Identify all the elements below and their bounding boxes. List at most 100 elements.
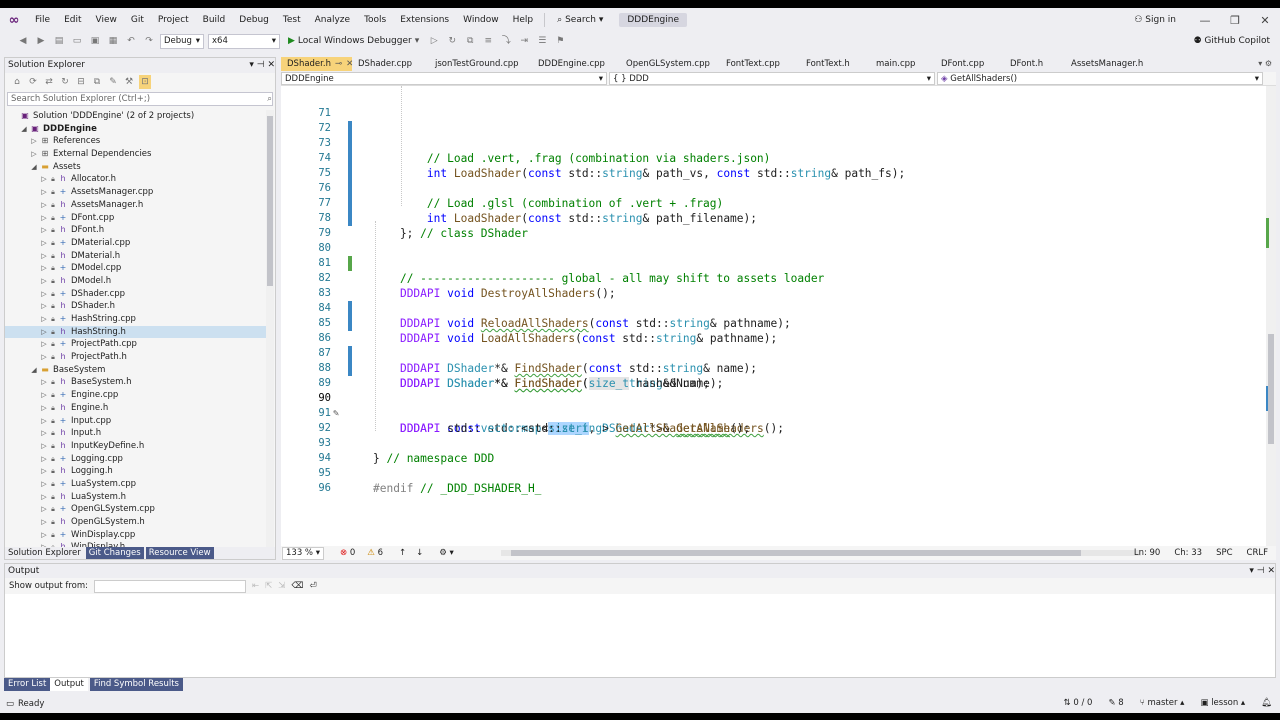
errors-indicator[interactable]: ⊗ 0 <box>340 548 355 558</box>
tab-solution-explorer[interactable]: Solution Explorer <box>5 547 84 559</box>
open-icon[interactable]: ▭ <box>70 34 84 48</box>
refresh-icon[interactable]: ↻ <box>59 75 71 89</box>
tab-dshader-cpp[interactable]: DShader.cpp <box>352 57 429 71</box>
start-debugging-button[interactable]: ▶ Local Windows Debugger ▾ <box>284 36 423 46</box>
tree-item[interactable]: ▷ 🔒︎ + AssetsManager.cpp <box>5 186 267 199</box>
collapsed-chevron-icon[interactable]: ▷ <box>39 529 49 542</box>
tree-item[interactable]: ▷ 🔒︎ h DModel.h <box>5 275 267 288</box>
dropdown-icon[interactable]: ▾ <box>1249 566 1256 576</box>
project-dropdown[interactable]: DDDEngine ▾ <box>281 72 607 85</box>
minimize-button[interactable]: — <box>1190 14 1220 27</box>
tree-item[interactable]: ▷ 🔒︎ + Logging.cpp <box>5 453 267 466</box>
menu-help[interactable]: Help <box>506 8 541 32</box>
new-project-icon[interactable]: ▤ <box>52 34 66 48</box>
collapsed-chevron-icon[interactable]: ▷ <box>39 427 49 440</box>
menu-window[interactable]: Window <box>456 8 506 32</box>
tree-item[interactable]: ▷ 🔒︎ + ProjectPath.cpp <box>5 338 267 351</box>
tab-jsontestground-cpp[interactable]: jsonTestGround.cpp <box>429 57 532 71</box>
preview-selected-icon[interactable]: ⊡ <box>139 75 151 89</box>
show-all-files-icon[interactable]: ⧉ <box>91 75 103 89</box>
solution-search-input[interactable]: Search Solution Explorer (Ctrl+;) ⌕ <box>7 92 273 106</box>
collapsed-chevron-icon[interactable]: ▷ <box>39 262 49 275</box>
solution-scrollbar[interactable] <box>266 110 274 547</box>
indent-icon[interactable]: ⇥ <box>517 34 531 48</box>
tab-git-changes[interactable]: Git Changes <box>85 547 144 559</box>
collapsed-chevron-icon[interactable]: ▷ <box>39 199 49 212</box>
tree-item[interactable]: ▷ 🔒︎ h Allocator.h <box>5 173 267 186</box>
collapsed-chevron-icon[interactable]: ▷ <box>39 491 49 504</box>
switch-views-icon[interactable]: ⟳ <box>27 75 39 89</box>
tree-item[interactable]: ▷ 🔒︎ + DShader.cpp <box>5 288 267 301</box>
pin-icon[interactable]: ⊸ <box>335 57 342 71</box>
find-message-icon[interactable]: ⇤ <box>252 581 259 591</box>
notifications-icon[interactable]: 🔔︎ <box>1261 694 1272 713</box>
tree-item[interactable]: ▷ 🔒︎ h DFont.h <box>5 224 267 237</box>
tree-item[interactable]: ▷ 🔒︎ + Input.cpp <box>5 415 267 428</box>
menu-git[interactable]: Git <box>124 8 151 32</box>
expanded-chevron-icon[interactable]: ◢ <box>29 364 39 377</box>
tree-item[interactable]: ▷ 🔒︎ h DMaterial.h <box>5 250 267 263</box>
repository-selector[interactable]: ▣ lesson ▴ <box>1200 694 1245 713</box>
menu-extensions[interactable]: Extensions <box>393 8 456 32</box>
tab-dfont-h[interactable]: DFont.h <box>1004 57 1065 71</box>
hot-reload-icon[interactable]: ↻ <box>445 34 459 48</box>
tree-item[interactable]: ◢ ▬ BaseSystem <box>5 364 267 377</box>
word-wrap-icon[interactable]: ⏎ <box>309 581 316 591</box>
tab-main-cpp[interactable]: main.cpp <box>870 57 935 71</box>
tree-item[interactable]: ▷ 🔒︎ + Engine.cpp <box>5 389 267 402</box>
collapsed-chevron-icon[interactable]: ▷ <box>39 478 49 491</box>
search-button[interactable]: ⌕ Search ▾ <box>549 15 611 25</box>
format-icon[interactable]: ≡ <box>481 34 495 48</box>
save-icon[interactable]: ▣ <box>88 34 102 48</box>
tree-item[interactable]: ▷ 🔒︎ + HashString.cpp <box>5 313 267 326</box>
collapsed-chevron-icon[interactable]: ▷ <box>39 351 49 364</box>
clear-all-icon[interactable]: ⌫ <box>291 581 303 591</box>
close-icon[interactable]: ✕ <box>267 60 275 70</box>
bookmark-icon[interactable]: ⚑ <box>553 34 567 48</box>
tab-dddengine-cpp[interactable]: DDDEngine.cpp <box>532 57 620 71</box>
collapsed-chevron-icon[interactable]: ▷ <box>39 186 49 199</box>
next-message-icon[interactable]: ⇲ <box>278 581 285 591</box>
tree-item[interactable]: ▷ 🔒︎ h BaseSystem.h <box>5 376 267 389</box>
tree-item[interactable]: ▷ 🔒︎ + WinDisplay.cpp <box>5 529 267 542</box>
tree-item[interactable]: ▷ 🔒︎ + OpenGLSystem.cpp <box>5 503 267 516</box>
menu-tools[interactable]: Tools <box>357 8 393 32</box>
pin-icon[interactable]: ⊣ <box>257 60 268 70</box>
tree-item[interactable]: ▷ 🔒︎ h Logging.h <box>5 465 267 478</box>
browse-icon[interactable]: ⧉ <box>463 34 477 48</box>
collapsed-chevron-icon[interactable]: ▷ <box>39 326 49 339</box>
menu-edit[interactable]: Edit <box>57 8 88 32</box>
save-all-icon[interactable]: ▦ <box>106 34 120 48</box>
prev-message-icon[interactable]: ⇱ <box>265 581 272 591</box>
collapsed-chevron-icon[interactable]: ▷ <box>29 148 39 161</box>
github-copilot-button[interactable]: ⚉ GitHub Copilot <box>1193 32 1270 50</box>
tree-item[interactable]: ▷ 🔒︎ + DModel.cpp <box>5 262 267 275</box>
warnings-indicator[interactable]: ⚠ 6 <box>367 548 383 558</box>
pending-edits-indicator[interactable]: ✎ 8 <box>1108 694 1123 713</box>
editor-horizontal-scrollbar[interactable] <box>501 550 1141 556</box>
git-changes-indicator[interactable]: ⇅ 0 / 0 <box>1064 694 1093 713</box>
scope-dropdown[interactable]: { } DDD ▾ <box>609 72 935 85</box>
collapsed-chevron-icon[interactable]: ▷ <box>39 516 49 529</box>
menu-project[interactable]: Project <box>151 8 196 32</box>
menu-file[interactable]: File <box>28 8 57 32</box>
menu-test[interactable]: Test <box>276 8 308 32</box>
tab-openglsystem-cpp[interactable]: OpenGLSystem.cpp <box>620 57 720 71</box>
tree-item[interactable]: ▷ 🔒︎ h HashString.h <box>5 325 267 339</box>
expanded-chevron-icon[interactable]: ◢ <box>29 161 39 174</box>
whitespace-indicator[interactable]: SPC <box>1216 546 1232 560</box>
close-window-button[interactable]: ✕ <box>1250 14 1280 27</box>
tree-item[interactable]: ▣ Solution 'DDDEngine' (2 of 2 projects) <box>5 110 267 123</box>
tab-dfont-cpp[interactable]: DFont.cpp <box>935 57 1004 71</box>
collapsed-chevron-icon[interactable]: ▷ <box>39 376 49 389</box>
tree-item[interactable]: ▷ 🔒︎ h LuaSystem.h <box>5 491 267 504</box>
tab-assetsmanager-h[interactable]: AssetsManager.h <box>1065 57 1160 71</box>
editor-vertical-scrollbar[interactable] <box>1266 86 1276 546</box>
collapsed-chevron-icon[interactable]: ▷ <box>39 288 49 301</box>
tab-error-list[interactable]: Error List <box>4 678 51 691</box>
configuration-select[interactable]: Debug ▾ <box>160 33 204 49</box>
menu-view[interactable]: View <box>89 8 124 32</box>
wrench-icon[interactable]: ⚒ <box>123 75 135 89</box>
tree-item[interactable]: ◢ ▬ Assets <box>5 161 267 174</box>
collapsed-chevron-icon[interactable]: ▷ <box>39 173 49 186</box>
